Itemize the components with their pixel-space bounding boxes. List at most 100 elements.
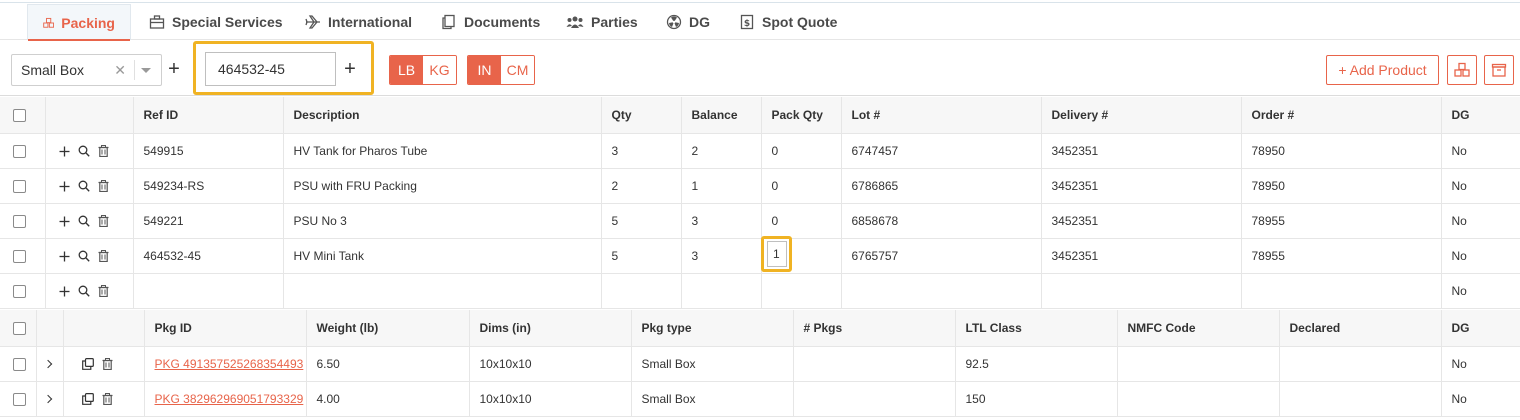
trash-icon[interactable] [98,215,109,228]
declared-cell [1279,346,1442,382]
dg-cell: No [1441,203,1520,239]
product-row[interactable]: No [0,273,1520,309]
product-row[interactable]: 549234-RS PSU with FRU Packing 2 1 0 6786865 3… [0,168,1520,204]
tab-bar-topline [0,2,1520,3]
pkg-id-link[interactable]: PKG 382962969051793329 [155,392,304,406]
search-icon[interactable] [78,215,90,228]
row-checkbox[interactable] [13,179,26,193]
pkg-actions [63,381,145,417]
description-cell: PSU No 3 [283,203,602,239]
col-nmfc[interactable]: NMFC Code [1117,310,1280,347]
plus-icon[interactable] [59,286,70,297]
trash-icon[interactable] [98,250,109,263]
add-ref-button[interactable]: + [341,59,359,79]
ref-id-input[interactable] [205,52,336,86]
trash-icon[interactable] [98,180,109,193]
pack-qty-cell[interactable]: 0 [761,133,842,169]
col-description[interactable]: Description [283,97,602,134]
row-checkbox[interactable] [13,284,26,298]
package-row[interactable]: PKG 382962969051793329 4.00 10x10x10 Small … [0,381,1520,417]
plus-icon[interactable] [59,251,70,262]
col-dims[interactable]: Dims (in) [469,310,632,347]
tab-packing[interactable]: Packing [27,4,131,41]
select-all-packages-checkbox[interactable] [13,321,26,335]
tab-international[interactable]: International [305,4,412,40]
search-icon[interactable] [78,250,90,263]
ref-id-cell [133,273,284,309]
search-icon[interactable] [78,145,90,158]
tab-special-services[interactable]: Special Services [149,4,283,40]
row-select-cell [0,238,46,274]
col-pack-qty[interactable]: Pack Qty [761,97,842,134]
trash-icon[interactable] [102,393,113,406]
select-all-checkbox[interactable] [13,108,26,122]
documents-icon [442,14,455,30]
col-pkg-type[interactable]: Pkg type [631,310,794,347]
pack-qty-cell[interactable] [761,273,842,309]
col-ltl-class[interactable]: LTL Class [955,310,1118,347]
trash-icon[interactable] [98,285,109,298]
plane-icon [305,15,320,29]
unit-lb-button[interactable]: LB [390,56,423,84]
pack-qty-input[interactable]: 1 [767,241,787,267]
search-icon[interactable] [78,180,90,193]
add-product-button[interactable]: + Add Product [1326,55,1439,85]
plus-icon[interactable] [59,146,70,157]
col-lot[interactable]: Lot # [841,97,1042,134]
unit-cm-button[interactable]: CM [501,56,534,84]
trash-icon[interactable] [98,145,109,158]
package-type-select[interactable]: Small Box ✕ [11,54,162,86]
col-order[interactable]: Order # [1241,97,1442,134]
ltl-class-cell: 92.5 [955,346,1118,382]
col-qty[interactable]: Qty [601,97,682,134]
chevron-right-icon[interactable] [43,360,52,369]
plus-icon[interactable] [59,181,70,192]
copy-icon[interactable] [81,393,94,406]
package-button[interactable] [1484,55,1514,85]
col-declared[interactable]: Declared [1279,310,1442,347]
chevron-down-icon[interactable] [141,67,151,73]
plus-icon[interactable] [59,216,70,227]
search-icon[interactable] [78,285,90,298]
product-row[interactable]: 549915 HV Tank for Pharos Tube 3 2 0 6747457 3… [0,133,1520,169]
unit-kg-button[interactable]: KG [423,56,456,84]
row-checkbox[interactable] [13,144,26,158]
product-row[interactable]: 464532-45 HV Mini Tank 5 3 6765757 3452351 789… [0,238,1520,274]
tab-spot-quote[interactable]: $ Spot Quote [739,4,837,40]
pack-qty-value: 0 [771,178,779,193]
col-balance[interactable]: Balance [681,97,762,134]
package-checkbox[interactable] [13,392,26,406]
order-cell: 78950 [1241,133,1442,169]
balance-cell: 2 [681,133,762,169]
col-ref-id[interactable]: Ref ID [133,97,284,134]
package-row[interactable]: PKG 491357525268354493 6.50 10x10x10 Small … [0,346,1520,382]
pack-qty-cell[interactable]: 0 [761,203,842,239]
dim-unit-toggle: IN CM [467,55,535,85]
clear-icon[interactable]: ✕ [114,62,126,79]
pack-items-button[interactable] [1447,55,1477,85]
col-weight[interactable]: Weight (lb) [306,310,470,347]
nmfc-cell [1117,381,1280,417]
col-pkg-id[interactable]: Pkg ID [144,310,307,347]
row-checkbox[interactable] [13,249,26,263]
ltl-class-cell: 150 [955,381,1118,417]
ref-id-cell: 549234-RS [133,168,284,204]
add-package-type-button[interactable]: + [165,59,183,79]
col-pkg-dg[interactable]: DG [1441,310,1520,347]
chevron-right-icon[interactable] [43,395,52,404]
col-num-pkgs[interactable]: # Pkgs [793,310,956,347]
trash-icon[interactable] [102,358,113,371]
tab-documents[interactable]: Documents [441,4,540,40]
pkg-id-link[interactable]: PKG 491357525268354493 [155,357,304,371]
pack-qty-cell[interactable]: 0 [761,168,842,204]
unit-in-button[interactable]: IN [468,56,501,84]
row-checkbox[interactable] [13,214,26,228]
col-delivery[interactable]: Delivery # [1041,97,1242,134]
col-dg[interactable]: DG [1441,97,1520,134]
product-row[interactable]: 549221 PSU No 3 5 3 0 6858678 3452351 78955 No [0,203,1520,239]
package-checkbox[interactable] [13,357,26,371]
copy-icon[interactable] [81,358,94,371]
pkg-select-cell [0,381,37,417]
tab-parties[interactable]: Parties [566,4,638,40]
tab-dg[interactable]: DG [666,4,710,40]
